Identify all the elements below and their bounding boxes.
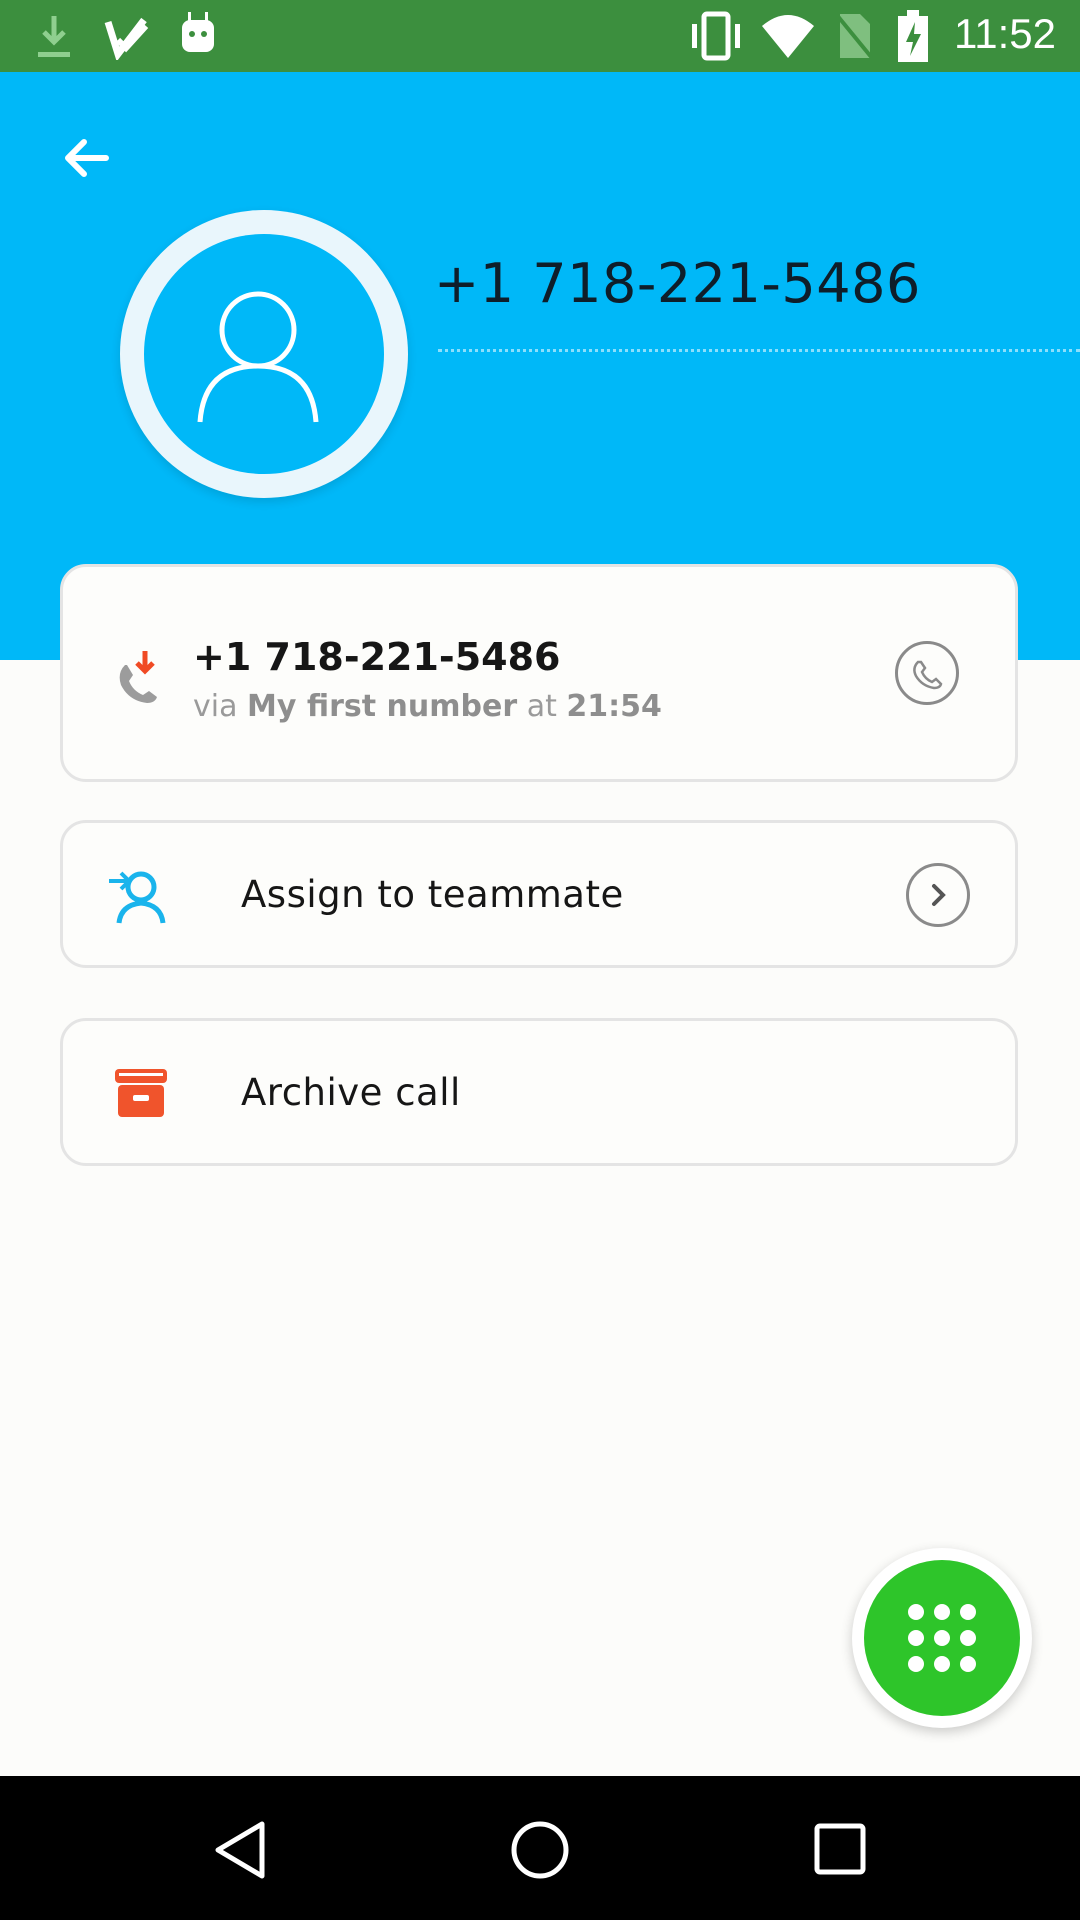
name-underline [438,349,1080,352]
home-nav-icon[interactable] [508,1818,572,1882]
at-word: at [526,689,557,724]
chevron-right-icon [932,884,946,906]
call-time: 21:54 [566,689,662,724]
avatar [120,210,408,498]
assign-chevron-button[interactable] [906,863,970,927]
back-nav-icon[interactable] [210,1818,270,1882]
download-icon [38,16,70,57]
avatar-inner [144,234,384,474]
battery-charging-icon [898,10,928,62]
dialpad-fab[interactable] [852,1548,1032,1728]
incoming-call-icon [119,651,157,703]
clock: 11:52 [954,10,1056,57]
no-sim-icon [834,12,874,60]
dialpad-icon [908,1604,976,1672]
system-nav-bar [0,1776,1080,1920]
assign-label: Assign to teammate [241,873,624,916]
wifi-icon [762,15,814,58]
call-back-button[interactable] [895,641,959,705]
archive-box-icon [115,1069,167,1117]
check-notification-icon [104,17,149,60]
status-bar: 11:52 [0,0,1080,72]
archive-call-card[interactable]: Archive call [60,1018,1018,1166]
call-number: +1 718-221-5486 [193,635,561,679]
back-arrow-icon[interactable] [58,130,114,186]
contact-name[interactable]: +1 718-221-5486 [434,252,921,315]
line-name: My first number [247,689,518,724]
dialpad-fab-inner[interactable] [864,1560,1020,1716]
assign-to-teammate-card[interactable]: Assign to teammate [60,820,1018,968]
recents-nav-icon[interactable] [812,1820,868,1880]
person-icon [197,291,319,423]
call-log-card[interactable]: +1 718-221-5486 via My first number at 2… [60,564,1018,782]
android-debug-icon [182,12,214,52]
assign-user-icon [109,871,166,924]
phone-icon [913,660,943,690]
archive-label: Archive call [241,1071,461,1114]
via-word: via [193,689,238,724]
vibrate-icon [692,11,740,61]
call-details: via My first number at 21:54 [193,689,662,724]
